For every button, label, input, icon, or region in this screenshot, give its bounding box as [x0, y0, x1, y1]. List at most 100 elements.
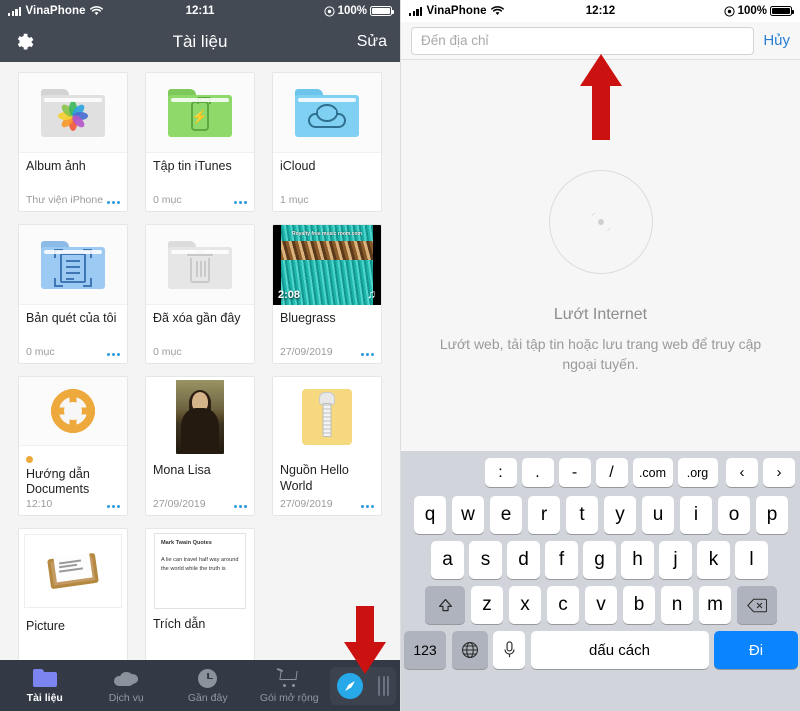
key-g[interactable]: g	[583, 541, 616, 579]
file-card[interactable]: Album ảnh Thư viện iPhone	[18, 72, 128, 212]
file-menu-button[interactable]	[106, 504, 120, 510]
gear-icon[interactable]	[13, 32, 34, 53]
numbers-key[interactable]: 123	[404, 631, 446, 669]
file-name: Nguồn Hello World	[280, 463, 349, 493]
file-card[interactable]: Mona Lisa 27/09/2019	[145, 376, 255, 516]
file-footer: 12:10	[26, 498, 120, 510]
backspace-icon[interactable]	[736, 586, 777, 624]
next-field-button[interactable]: ›	[763, 458, 795, 487]
key-l[interactable]: l	[735, 541, 768, 579]
key-q[interactable]: q	[413, 496, 447, 534]
status-right-group: 100%	[323, 5, 394, 17]
key-dotcom[interactable]: .com	[632, 458, 673, 487]
go-key[interactable]: Đi	[714, 631, 798, 669]
key-z[interactable]: z	[470, 586, 504, 624]
key-s[interactable]: s	[469, 541, 502, 579]
key-v[interactable]: v	[584, 586, 618, 624]
cancel-button[interactable]: Hủy	[763, 32, 790, 49]
tab-recent[interactable]: Gần đây	[167, 667, 249, 704]
file-meta: Picture	[19, 613, 127, 667]
left-status-bar: VinaPhone 12:11 100%	[0, 0, 400, 22]
key-e[interactable]: e	[489, 496, 523, 534]
file-subtitle: 0 mục	[153, 346, 182, 358]
edit-button[interactable]: Sửa	[357, 33, 387, 51]
file-menu-button[interactable]	[106, 352, 120, 358]
file-thumbnail	[146, 225, 254, 305]
key-p[interactable]: p	[755, 496, 789, 534]
key-u[interactable]: u	[641, 496, 675, 534]
shift-icon[interactable]	[425, 586, 466, 624]
file-grid-scroll[interactable]: Album ảnh Thư viện iPhone ⚡ Tập tin iTun…	[0, 62, 400, 699]
tab-documents[interactable]: Tài liệu	[4, 667, 86, 704]
file-thumbnail	[24, 534, 122, 608]
signal-bars-icon	[409, 6, 423, 16]
tab-label: Gần đây	[187, 692, 228, 704]
file-footer: 27/09/2019	[153, 498, 247, 510]
file-thumbnail: Royalty free music room.com 2:08 ♫	[273, 225, 381, 305]
key-o[interactable]: o	[717, 496, 751, 534]
key-w[interactable]: w	[451, 496, 485, 534]
key-n[interactable]: n	[660, 586, 694, 624]
file-card[interactable]: Bản quét của tôi 0 mục	[18, 224, 128, 364]
key-colon[interactable]: :	[484, 458, 517, 487]
file-footer: 27/09/2019	[280, 498, 374, 510]
key-a[interactable]: a	[431, 541, 464, 579]
address-input[interactable]: Đến địa chỉ	[411, 26, 755, 55]
prev-field-button[interactable]: ‹	[726, 458, 758, 487]
file-subtitle: 27/09/2019	[280, 498, 333, 510]
battery-icon	[370, 6, 394, 16]
key-h[interactable]: h	[621, 541, 654, 579]
file-card[interactable]: Đã xóa gần đây 0 mục	[145, 224, 255, 364]
key-i[interactable]: i	[679, 496, 713, 534]
file-name: Hướng dẫn Documents	[26, 452, 120, 498]
space-key[interactable]: dấu cách	[530, 631, 709, 669]
key-period[interactable]: .	[521, 458, 554, 487]
tab-store[interactable]: Gói mở rộng	[249, 667, 331, 704]
file-grid: Album ảnh Thư viện iPhone ⚡ Tập tin iTun…	[0, 72, 400, 668]
file-menu-button[interactable]	[233, 504, 247, 510]
carrier-label: VinaPhone	[426, 5, 487, 17]
file-card[interactable]: Hướng dẫn Documents 12:10	[18, 376, 128, 516]
key-b[interactable]: b	[622, 586, 656, 624]
scan-glyph-icon	[54, 248, 92, 287]
drag-handle-icon[interactable]	[378, 675, 389, 696]
file-card[interactable]: Picture	[18, 528, 128, 668]
key-y[interactable]: y	[603, 496, 637, 534]
file-name: Bản quét của tôi	[26, 311, 117, 325]
key-d[interactable]: d	[507, 541, 540, 579]
file-footer: 0 mục	[153, 346, 247, 358]
tab-label: Tài liệu	[26, 692, 63, 704]
file-name: Mona Lisa	[153, 463, 211, 477]
file-card[interactable]: Nguồn Hello World 27/09/2019	[272, 376, 382, 516]
file-menu-button[interactable]	[360, 504, 374, 510]
file-menu-button[interactable]	[106, 200, 120, 206]
file-card[interactable]: ⚡ Tập tin iTunes 0 mục	[145, 72, 255, 212]
cart-icon	[277, 667, 301, 689]
file-card[interactable]: iCloud 1 mục	[272, 72, 382, 212]
file-name: Picture	[26, 619, 65, 633]
key-m[interactable]: m	[698, 586, 732, 624]
key-k[interactable]: k	[697, 541, 730, 579]
video-duration: 2:08	[278, 289, 301, 301]
usb-drive-icon: ⚡	[191, 96, 211, 131]
file-subtitle: 12:10	[26, 498, 53, 510]
key-t[interactable]: t	[565, 496, 599, 534]
tab-services[interactable]: Dịch vụ	[86, 667, 168, 704]
key-slash[interactable]: /	[595, 458, 628, 487]
key-j[interactable]: j	[659, 541, 692, 579]
key-x[interactable]: x	[508, 586, 542, 624]
file-menu-button[interactable]	[360, 352, 374, 358]
key-c[interactable]: c	[546, 586, 580, 624]
globe-icon[interactable]	[451, 631, 488, 669]
tab-label: Gói mở rộng	[259, 692, 319, 704]
microphone-icon[interactable]	[493, 631, 525, 669]
file-card[interactable]: Mark Twain Quotes A lie can travel half …	[145, 528, 255, 668]
left-phone-panel: VinaPhone 12:11 100% Tài liệu Sửa Album …	[0, 0, 400, 711]
key-hyphen[interactable]: -	[558, 458, 591, 487]
key-dotorg[interactable]: .org	[677, 458, 718, 487]
file-card[interactable]: Royalty free music room.com 2:08 ♫ Blueg…	[272, 224, 382, 364]
file-menu-button[interactable]	[233, 200, 247, 206]
key-r[interactable]: r	[527, 496, 561, 534]
key-f[interactable]: f	[545, 541, 578, 579]
cloud-icon	[114, 667, 139, 689]
